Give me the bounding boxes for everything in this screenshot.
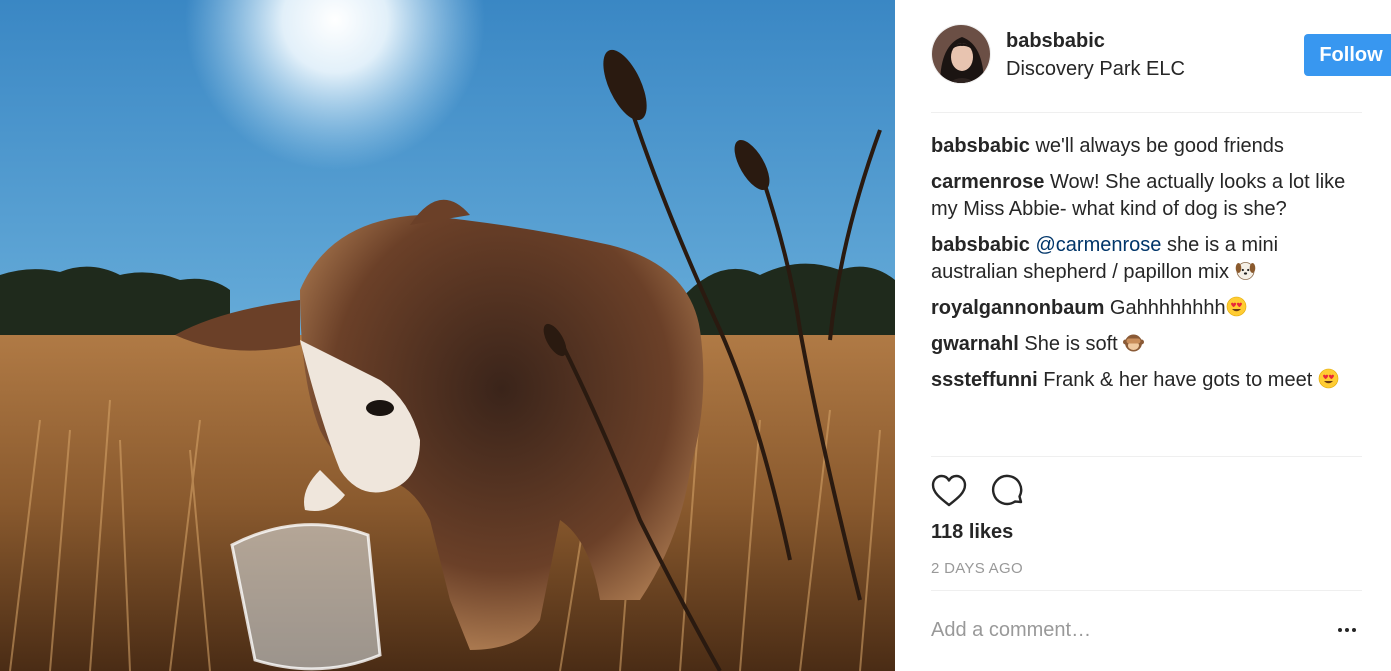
dog-photo-image bbox=[0, 0, 895, 671]
post-photo[interactable] bbox=[0, 0, 895, 671]
comment-item: babsbabic we'll always be good friends bbox=[931, 133, 1363, 160]
dog-face-emoji-icon bbox=[1235, 260, 1256, 281]
owner-username[interactable]: babsbabic bbox=[1006, 30, 1105, 53]
comment-item: sssteffunni Frank & her have gots to mee… bbox=[931, 367, 1363, 394]
speech-bubble-icon[interactable] bbox=[991, 474, 1027, 508]
avatar[interactable] bbox=[931, 24, 991, 84]
comment-text: Gahhhhhhhh bbox=[1109, 297, 1226, 319]
location-link[interactable]: Discovery Park ELC bbox=[1006, 58, 1185, 81]
comment-item: carmenrose Wow! She actually looks a lot… bbox=[931, 169, 1363, 223]
post-header: babsbabic Discovery Park ELC Follow bbox=[931, 24, 1391, 88]
add-comment-input[interactable] bbox=[931, 612, 1311, 648]
heart-outline-icon[interactable] bbox=[931, 474, 967, 508]
divider bbox=[931, 590, 1362, 591]
follow-button[interactable]: Follow bbox=[1304, 34, 1391, 76]
comment-text: we'll always be good friends bbox=[1035, 135, 1284, 157]
comment-item: royalgannonbaum Gahhhhhhhh bbox=[931, 295, 1363, 322]
comment-username[interactable]: babsbabic bbox=[931, 234, 1030, 256]
comment-username[interactable]: carmenrose bbox=[931, 171, 1044, 193]
comment-list: babsbabic we'll always be good friends c… bbox=[931, 133, 1363, 403]
comment-username[interactable]: babsbabic bbox=[931, 135, 1030, 157]
mention-link[interactable]: @carmenrose bbox=[1035, 234, 1161, 256]
divider bbox=[931, 456, 1362, 457]
more-options-icon[interactable] bbox=[1332, 619, 1362, 639]
heart-eyes-emoji-icon bbox=[1226, 296, 1247, 317]
comment-username[interactable]: gwarnahl bbox=[931, 333, 1019, 355]
post-timestamp[interactable]: 2 DAYS AGO bbox=[931, 560, 1023, 577]
see-no-evil-monkey-emoji-icon bbox=[1123, 332, 1145, 353]
comment-text: She is soft bbox=[1024, 333, 1118, 355]
heart-eyes-emoji-icon bbox=[1318, 368, 1339, 389]
comment-text: Frank & her have gots to meet bbox=[1043, 369, 1313, 391]
avatar-image bbox=[932, 25, 990, 83]
divider bbox=[931, 112, 1362, 113]
comment-item: gwarnahl She is soft bbox=[931, 331, 1363, 358]
post-details-panel: babsbabic Discovery Park ELC Follow babs… bbox=[895, 0, 1391, 671]
comment-username[interactable]: royalgannonbaum bbox=[931, 297, 1104, 319]
likes-count[interactable]: 118 likes bbox=[931, 521, 1013, 544]
comment-item: babsbabic @carmenrose she is a mini aust… bbox=[931, 232, 1363, 286]
comment-username[interactable]: sssteffunni bbox=[931, 369, 1038, 391]
